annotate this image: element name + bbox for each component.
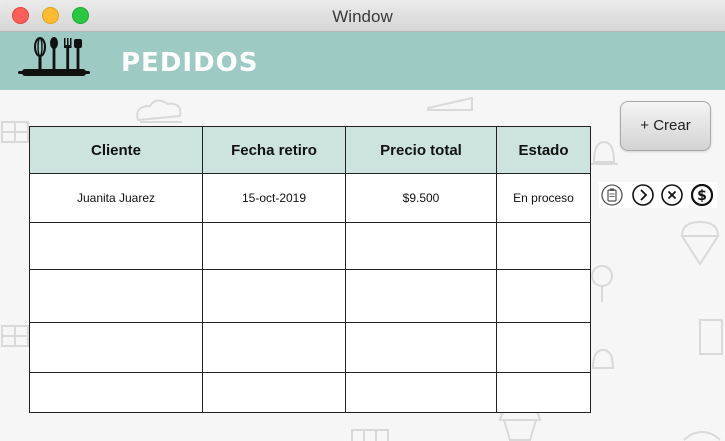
column-header-cliente[interactable]: Cliente	[29, 126, 203, 174]
cell-precio-total	[345, 222, 497, 270]
svg-text:$: $	[697, 188, 707, 204]
dollar-icon[interactable]: $	[691, 184, 713, 206]
cell-cliente: Juanita Juarez	[29, 173, 203, 223]
table-header-row: Cliente Fecha retiro Precio total Estado	[29, 126, 591, 174]
table-row[interactable]: Juanita Juarez 15-oct-2019 $9.500 En pro…	[29, 173, 591, 223]
cell-fecha-retiro	[202, 222, 346, 270]
cell-estado: En proceso	[496, 173, 591, 223]
cell-fecha-retiro	[202, 269, 346, 323]
app-window: Window PEDIDOS + Crear Cliente Fecha ret…	[0, 0, 725, 441]
cell-cliente	[29, 222, 203, 270]
cell-precio-total: $9.500	[345, 173, 497, 223]
table-row[interactable]	[29, 222, 591, 270]
cell-cliente	[29, 269, 203, 323]
orders-table: Cliente Fecha retiro Precio total Estado…	[29, 126, 591, 413]
cell-precio-total	[345, 372, 497, 413]
title-bar: Window	[0, 0, 725, 32]
window-title: Window	[332, 7, 393, 26]
column-header-precio-total[interactable]: Precio total	[345, 126, 497, 174]
row-actions: $	[599, 182, 717, 208]
kitchen-utensils-logo	[18, 37, 90, 76]
page-title: PEDIDOS	[121, 48, 259, 78]
cell-estado	[496, 222, 591, 270]
cell-precio-total	[345, 269, 497, 323]
cell-precio-total	[345, 322, 497, 373]
cell-cliente	[29, 372, 203, 413]
create-order-button[interactable]: + Crear	[620, 101, 711, 151]
table-row[interactable]	[29, 322, 591, 373]
table-row[interactable]	[29, 372, 591, 413]
table-row[interactable]	[29, 269, 591, 323]
cell-estado	[496, 372, 591, 413]
clipboard-icon[interactable]	[601, 184, 623, 206]
app-header: PEDIDOS	[0, 32, 725, 90]
cell-fecha-retiro	[202, 322, 346, 373]
cell-cliente	[29, 322, 203, 373]
cell-estado	[496, 322, 591, 373]
cell-estado	[496, 269, 591, 323]
cell-fecha-retiro	[202, 372, 346, 413]
chevron-right-icon[interactable]	[632, 184, 654, 206]
column-header-estado[interactable]: Estado	[496, 126, 591, 174]
cell-fecha-retiro: 15-oct-2019	[202, 173, 346, 223]
column-header-fecha-retiro[interactable]: Fecha retiro	[202, 126, 346, 174]
close-icon[interactable]	[661, 184, 683, 206]
